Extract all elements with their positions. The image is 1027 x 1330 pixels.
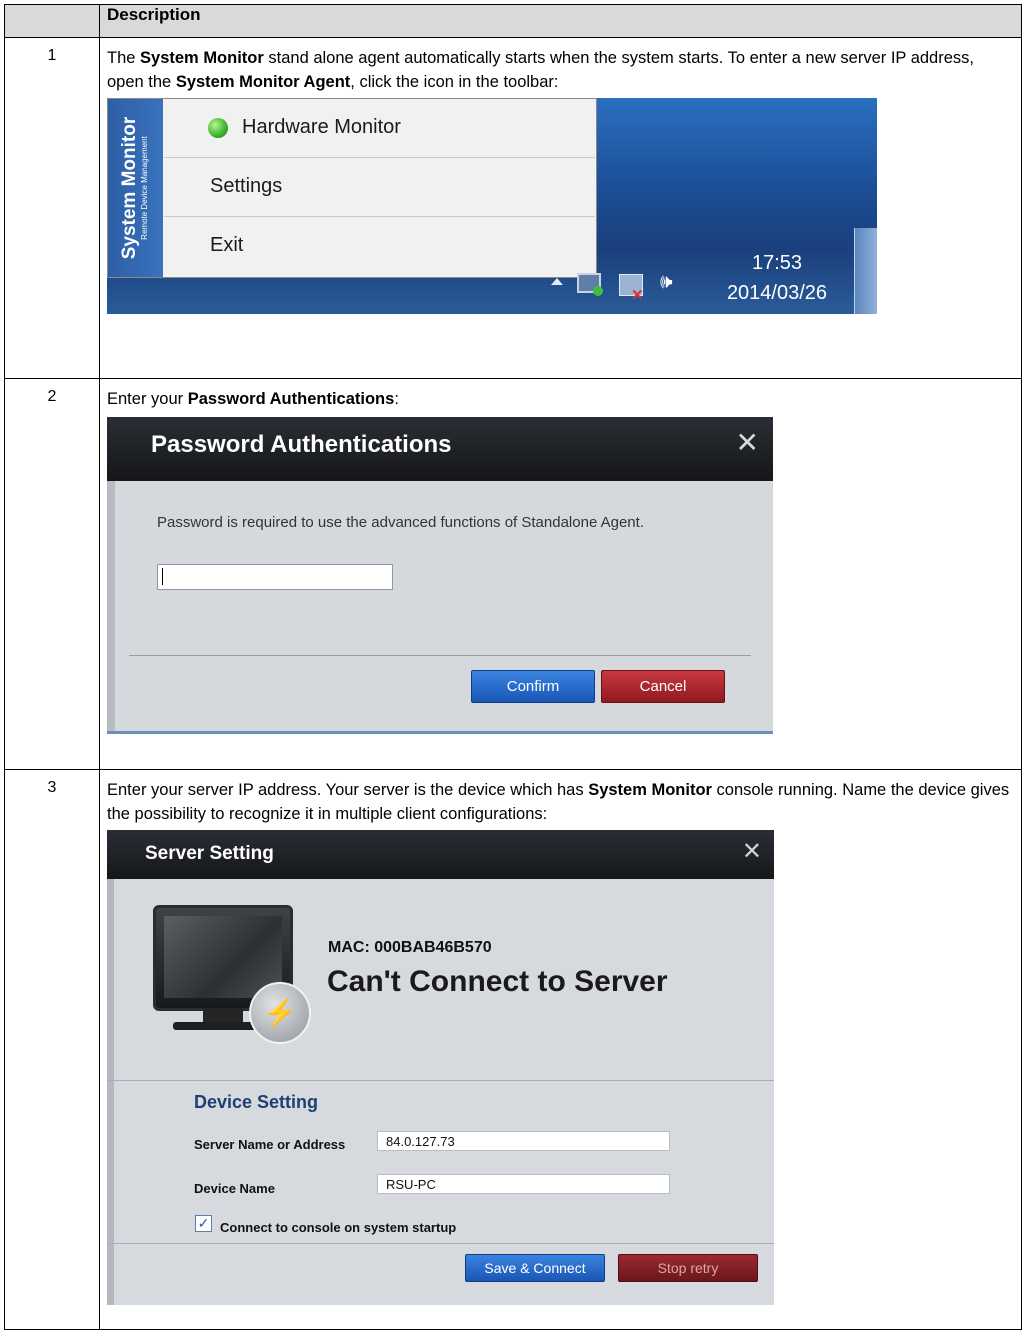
step-number: 1 <box>4 37 100 379</box>
table-row: 3 Enter your server IP address. Your ser… <box>4 769 1022 1330</box>
password-dialog: Password Authentications ✕ Password is r… <box>107 417 773 734</box>
header-description: Description <box>107 5 201 24</box>
startup-checkbox-label[interactable]: Connect to console on system startup <box>220 1216 456 1240</box>
device-name-input[interactable]: RSU-PC <box>377 1174 670 1194</box>
network-error-icon: ✕ <box>631 287 644 304</box>
text-segment: The <box>107 49 141 67</box>
dialog-message: Password is required to use the advanced… <box>157 514 644 531</box>
band-subtitle: Remote Device Management <box>140 136 149 240</box>
mac-address: MAC: 000BAB46B570 <box>328 939 492 956</box>
text-segment: Enter your server IP address. Your serve… <box>107 781 589 799</box>
menu-item-exit[interactable]: Exit <box>164 216 595 274</box>
bold-term: System Monitor Agent <box>175 73 351 91</box>
show-desktop-button[interactable] <box>854 228 877 314</box>
step-number: 2 <box>4 378 100 770</box>
dialog-titlebar: Password Authentications ✕ <box>107 417 773 481</box>
speaker-icon[interactable]: 🕪 <box>660 270 673 294</box>
section-heading: Device Setting <box>194 1092 319 1112</box>
table-header-row: Description <box>4 4 1022 38</box>
disconnected-plug-icon: ⚡ <box>249 982 311 1044</box>
device-name-label: Device Name <box>194 1181 275 1196</box>
steps-table: Description 1 The System Monitor stand a… <box>4 4 1022 1330</box>
dialog-title: Server Setting <box>145 843 274 864</box>
tray-context-menu: System Monitor Remote Device Management … <box>107 98 597 278</box>
check-badge-icon <box>593 286 603 296</box>
step-description: Enter your server IP address. Your serve… <box>100 770 1021 1305</box>
tray-clock[interactable]: 17:53 2014/03/26 <box>707 248 847 308</box>
menu-item-hardware-monitor[interactable]: Hardware Monitor <box>164 99 595 156</box>
menu-item-label: Hardware Monitor <box>242 116 401 138</box>
server-address-input[interactable]: 84.0.127.73 <box>377 1131 670 1151</box>
password-input[interactable] <box>157 564 393 590</box>
close-icon[interactable]: ✕ <box>742 840 762 864</box>
divider <box>107 1243 774 1244</box>
close-icon[interactable]: ✕ <box>736 429 759 457</box>
bold-term: System Monitor <box>588 781 712 799</box>
menu-item-label: Settings <box>210 175 283 197</box>
step-description: The System Monitor stand alone agent aut… <box>100 38 1021 314</box>
table-row: 2 Enter your Password Authentications: P… <box>4 378 1022 770</box>
step-description-cell: Enter your server IP address. Your serve… <box>99 769 1022 1330</box>
menu-side-band: System Monitor Remote Device Management <box>108 99 163 277</box>
divider <box>107 731 773 734</box>
bold-term: System Monitor <box>140 49 264 67</box>
text-caret <box>162 568 163 585</box>
show-hidden-icons-arrow-icon[interactable] <box>551 278 563 285</box>
confirm-button[interactable]: Confirm <box>471 670 595 703</box>
stop-retry-button[interactable]: Stop retry <box>618 1254 758 1282</box>
clock-time: 17:53 <box>751 252 803 274</box>
text-segment: Enter your <box>107 390 188 408</box>
cancel-button[interactable]: Cancel <box>601 670 725 703</box>
green-status-icon <box>208 118 228 138</box>
band-title: System Monitor <box>119 116 140 260</box>
text-segment: , click the icon in the toolbar: <box>350 73 559 91</box>
text-segment: : <box>394 390 399 408</box>
server-address-label: Server Name or Address <box>194 1137 346 1152</box>
table-row: 1 The System Monitor stand alone agent a… <box>4 37 1022 379</box>
startup-checkbox[interactable]: ✓ <box>195 1215 212 1232</box>
dialog-titlebar: Server Setting ✕ <box>107 830 774 879</box>
dialog-edge <box>107 879 114 1305</box>
divider <box>107 1080 774 1081</box>
save-connect-button[interactable]: Save & Connect <box>465 1254 605 1282</box>
header-number-cell <box>4 4 100 38</box>
dialog-edge <box>107 481 115 734</box>
step-description-cell: The System Monitor stand alone agent aut… <box>99 37 1022 379</box>
bold-term: Password Authentications <box>187 390 395 408</box>
dialog-title: Password Authentications <box>151 431 452 458</box>
server-setting-dialog: Server Setting ✕ ⚡ MAC: 000BAB46B570 Can… <box>107 830 774 1305</box>
clock-date: 2014/03/26 <box>726 282 828 304</box>
taskbar-screenshot: System Monitor Remote Device Management … <box>107 98 877 314</box>
step-number: 3 <box>4 769 100 1330</box>
menu-item-settings[interactable]: Settings <box>164 157 595 215</box>
divider <box>129 655 751 656</box>
step-description-cell: Enter your Password Authentications: Pas… <box>99 378 1022 770</box>
header-description-cell: Description <box>99 4 1022 38</box>
menu-item-label: Exit <box>210 234 244 256</box>
connection-status: Can't Connect to Server <box>327 965 668 998</box>
step-description: Enter your Password Authentications: Pas… <box>100 379 1021 734</box>
